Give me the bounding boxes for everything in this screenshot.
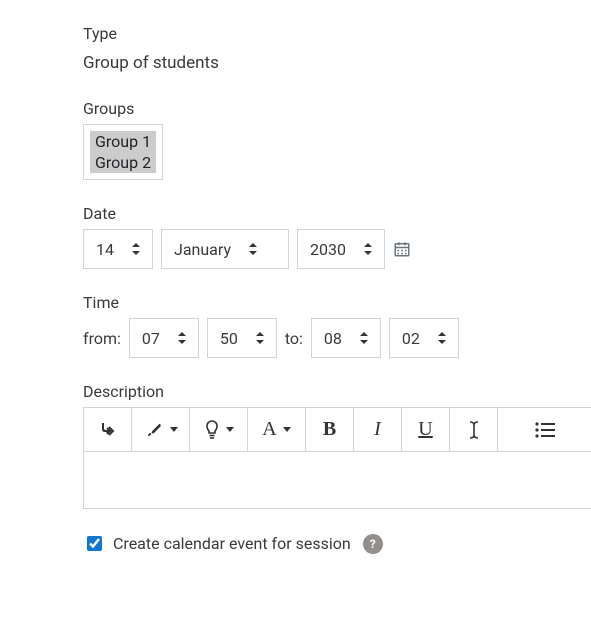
select-arrows-icon: [249, 243, 257, 255]
select-arrows-icon: [132, 243, 140, 255]
time-from-min-select[interactable]: 50: [207, 318, 277, 358]
calendar-event-label: Create calendar event for session: [113, 534, 351, 553]
expand-down-icon: [101, 422, 115, 438]
description-editor[interactable]: [83, 451, 591, 509]
time-label: Time: [83, 293, 591, 312]
select-arrows-icon: [360, 332, 368, 344]
type-value: Group of students: [83, 53, 591, 73]
date-year-select[interactable]: 2030: [297, 229, 385, 269]
date-month-select[interactable]: January: [161, 229, 289, 269]
time-from-label: from:: [83, 329, 121, 348]
time-to-hour-select[interactable]: 08: [311, 318, 381, 358]
description-label: Description: [83, 382, 591, 401]
time-to-min-select[interactable]: 02: [389, 318, 459, 358]
time-to-label: to:: [285, 329, 303, 348]
time-from-hour-value: 07: [142, 329, 160, 348]
chevron-down-icon: [283, 427, 291, 432]
bold-label: B: [323, 418, 336, 441]
calendar-event-checkbox[interactable]: [87, 536, 102, 551]
toolbar-style-button[interactable]: [132, 408, 190, 451]
toolbar-cursor-button[interactable]: [450, 408, 498, 451]
select-arrows-icon: [364, 243, 372, 255]
editor-toolbar: A B I U: [83, 407, 591, 451]
underline-label: U: [418, 418, 432, 441]
groups-label: Groups: [83, 99, 591, 118]
chevron-down-icon: [170, 427, 178, 432]
type-label: Type: [83, 24, 591, 43]
date-year-value: 2030: [310, 240, 346, 259]
text-cursor-icon: [467, 420, 481, 440]
time-to-min-value: 02: [402, 329, 420, 348]
date-day-value: 14: [96, 240, 114, 259]
toolbar-font-button[interactable]: A: [248, 408, 306, 451]
date-label: Date: [83, 204, 591, 223]
select-arrows-icon: [178, 332, 186, 344]
toolbar-expand-button[interactable]: [84, 408, 132, 451]
date-day-select[interactable]: 14: [83, 229, 153, 269]
select-arrows-icon: [438, 332, 446, 344]
toolbar-bold-button[interactable]: B: [306, 408, 354, 451]
chevron-down-icon: [226, 427, 234, 432]
select-arrows-icon: [256, 332, 264, 344]
calendar-icon[interactable]: [393, 240, 411, 258]
toolbar-italic-button[interactable]: I: [354, 408, 402, 451]
group-option[interactable]: Group 2: [90, 152, 156, 173]
toolbar-hint-button[interactable]: [190, 408, 248, 451]
date-month-value: January: [174, 240, 231, 259]
time-from-min-value: 50: [220, 329, 238, 348]
brush-icon: [144, 421, 164, 439]
time-to-hour-value: 08: [324, 329, 342, 348]
toolbar-list-button[interactable]: [498, 408, 591, 451]
font-label: A: [262, 418, 276, 441]
group-option[interactable]: Group 1: [90, 131, 156, 152]
toolbar-underline-button[interactable]: U: [402, 408, 450, 451]
bullet-list-icon: [535, 422, 555, 438]
lightbulb-icon: [204, 420, 220, 440]
time-from-hour-select[interactable]: 07: [129, 318, 199, 358]
groups-select[interactable]: Group 1 Group 2: [83, 124, 163, 180]
help-icon[interactable]: ?: [363, 534, 383, 554]
italic-label: I: [374, 418, 381, 441]
